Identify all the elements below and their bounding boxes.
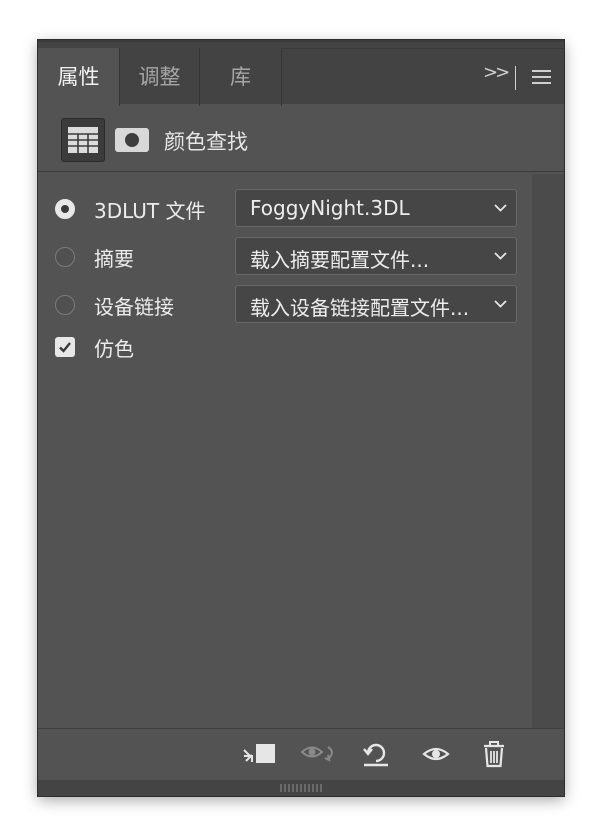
select-value: FoggyNight.3DL (250, 196, 410, 220)
tab-properties[interactable]: 属性 (38, 48, 120, 106)
radio-device-link[interactable] (55, 295, 75, 315)
device-link-profile-select[interactable]: 载入设备链接配置文件... (235, 285, 517, 323)
reset-icon[interactable] (360, 740, 392, 768)
option-label-device-link: 设备链接 (94, 295, 174, 319)
radio-abstract[interactable] (55, 247, 75, 267)
3dlut-file-select[interactable]: FoggyNight.3DL (235, 189, 517, 227)
resize-grip[interactable] (38, 780, 564, 796)
option-row-3dlut: 3DLUT 文件 FoggyNight.3DL (38, 189, 528, 229)
panel-tab-bar: 属性 调整 库 >> (38, 40, 564, 106)
tab-libraries[interactable]: 库 (200, 48, 282, 106)
option-row-abstract: 摘要 载入摘要配置文件... (38, 237, 528, 277)
bottom-toolbar (38, 728, 564, 778)
layer-mask-icon[interactable] (115, 128, 149, 152)
chevron-down-icon (494, 300, 507, 308)
select-value: 载入摘要配置文件... (250, 248, 430, 272)
tab-bar-spacer (282, 48, 564, 106)
select-value: 载入设备链接配置文件... (250, 296, 470, 320)
properties-panel: 属性 调整 库 >> 颜色查找 3DLUT 文件 FoggyNight.3DL … (38, 40, 564, 796)
tab-adjustments[interactable]: 调整 (120, 48, 200, 106)
double-chevron-right-icon[interactable]: >> (483, 62, 510, 83)
grip-dots (280, 784, 322, 792)
chevron-down-icon (494, 204, 507, 212)
divider (515, 66, 516, 90)
scrollbar-track[interactable] (532, 174, 564, 728)
option-row-dither: 仿色 (38, 328, 528, 368)
dither-checkbox[interactable] (55, 337, 75, 357)
option-label-abstract: 摘要 (94, 247, 134, 271)
trash-icon[interactable] (478, 740, 510, 768)
chevron-down-icon (494, 252, 507, 260)
clip-to-layer-icon[interactable] (241, 740, 275, 768)
view-previous-state-icon[interactable] (300, 740, 333, 768)
abstract-profile-select[interactable]: 载入摘要配置文件... (235, 237, 517, 275)
grid-table-icon[interactable] (61, 118, 105, 162)
option-row-device-link: 设备链接 载入设备链接配置文件... (38, 285, 528, 325)
visibility-eye-icon[interactable] (420, 740, 452, 768)
adjustment-header: 颜色查找 (38, 104, 564, 172)
radio-3dlut[interactable] (55, 199, 75, 219)
option-label-3dlut: 3DLUT 文件 (94, 199, 206, 223)
option-label-dither: 仿色 (94, 337, 134, 361)
adjustment-title: 颜色查找 (164, 130, 248, 154)
checkmark-icon (59, 342, 71, 353)
hamburger-menu-icon[interactable] (532, 70, 551, 88)
